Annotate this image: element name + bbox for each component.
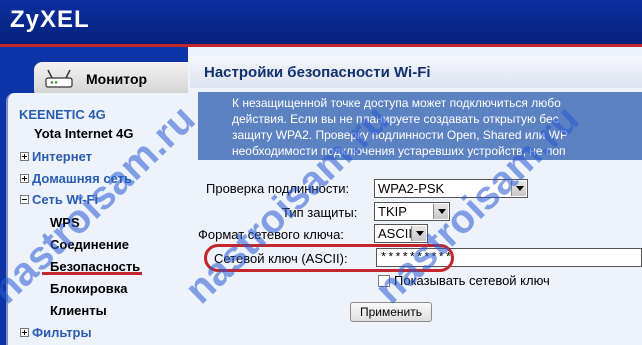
header-bar: ZyXEL xyxy=(0,0,642,46)
sidebar-item-blocking[interactable]: Блокировка xyxy=(50,281,127,296)
sidebar-item-yota[interactable]: Yota Internet 4G xyxy=(34,126,133,141)
router-icon xyxy=(45,69,73,88)
expand-icon[interactable] xyxy=(20,328,29,337)
expand-icon[interactable] xyxy=(20,152,29,161)
selected-item-underline xyxy=(42,272,142,275)
collapse-icon[interactable] xyxy=(20,195,29,204)
monitor-tab-label: Монитор xyxy=(86,71,148,87)
device-name: KEENETIC 4G xyxy=(19,107,106,122)
sidebar-item-filters[interactable]: Фильтры xyxy=(20,325,92,340)
description-line: К незащищенной точке доступа может подкл… xyxy=(232,96,561,110)
sidebar-item-internet[interactable]: Интернет xyxy=(20,149,92,164)
page-title: Настройки безопасности Wi-Fi xyxy=(204,64,431,81)
zyxel-logo: ZyXEL xyxy=(10,6,90,33)
expand-icon[interactable] xyxy=(20,174,29,183)
sidebar-item-clients[interactable]: Клиенты xyxy=(50,303,107,318)
description-line: необходимости подключения устаревших уст… xyxy=(232,144,566,158)
page-title-bar: Настройки безопасности Wi-Fi xyxy=(190,56,642,88)
